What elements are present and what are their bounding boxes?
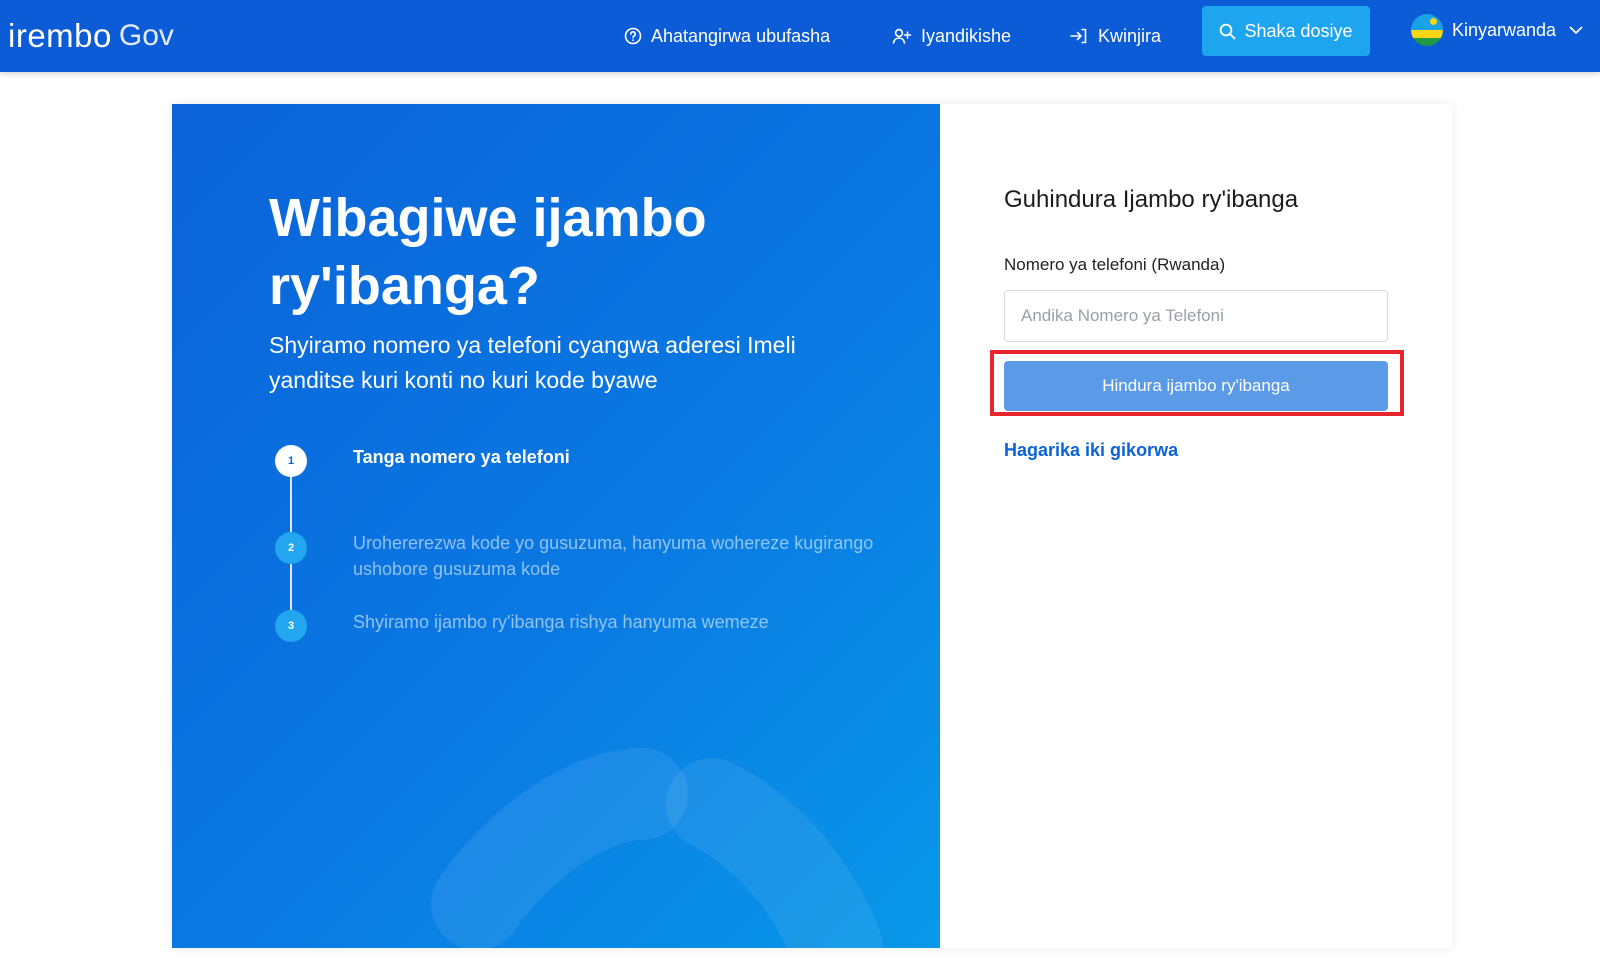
search-icon	[1220, 23, 1236, 39]
nav-login-link[interactable]: Kwinjira	[1069, 0, 1161, 72]
form-title: Guhindura Ijambo ry'ibanga	[1004, 186, 1299, 213]
language-label: Kinyarwanda	[1452, 19, 1557, 40]
step-3-text: Shyiramo ijambo ry'ibanga rishya hanyuma…	[353, 612, 769, 632]
search-file-label: Shaka dosiye	[1244, 20, 1353, 41]
chevron-down-icon	[1569, 26, 1583, 34]
cancel-link[interactable]: Hagarika iki gikorwa	[1004, 440, 1178, 461]
rwanda-flag-icon	[1411, 14, 1443, 46]
irembo-gov-logo[interactable]: irembo Gov	[8, 12, 174, 60]
top-navigation-bar: irembo Gov Ahatangirwa ubufasha Iyandiki…	[0, 0, 1600, 72]
search-file-button[interactable]: Shaka dosiye	[1202, 6, 1370, 56]
step-1-text: Tanga nomero ya telefoni	[353, 447, 570, 467]
page-subtitle: Shyiramo nomero ya telefoni cyangwa ader…	[269, 332, 796, 393]
logo-gov-label: Gov	[118, 19, 174, 52]
button-highlight-box	[990, 350, 1404, 416]
nav-login-label: Kwinjira	[1098, 25, 1162, 46]
sign-in-icon	[1070, 28, 1087, 44]
info-panel: Wibagiwe ijambo ry'ibanga? Shyiramo nome…	[172, 104, 940, 948]
step-1-indicator: 1	[275, 445, 307, 477]
phone-number-input[interactable]	[1004, 290, 1388, 342]
step-2-text: Urohererezwa kode yo gusuzuma, hanyuma w…	[353, 533, 874, 579]
step-2-indicator: 2	[275, 532, 307, 564]
nav-register-label: Iyandikishe	[921, 25, 1012, 46]
step-connector	[290, 477, 292, 532]
user-plus-icon	[892, 28, 912, 44]
step-connector	[290, 564, 292, 610]
nav-help-link[interactable]: Ahatangirwa ubufasha	[624, 0, 830, 72]
step-3-indicator: 3	[275, 610, 307, 642]
nav-register-link[interactable]: Iyandikishe	[892, 0, 1011, 72]
page-title: Wibagiwe ijambo ry'ibanga?	[269, 188, 707, 316]
help-circle-icon	[624, 27, 642, 45]
nav-help-label: Ahatangirwa ubufasha	[651, 25, 831, 46]
logo-wordmark: irembo	[8, 17, 112, 54]
phone-field-label: Nomero ya telefoni (Rwanda)	[1004, 255, 1226, 274]
language-selector[interactable]: Kinyarwanda	[1411, 0, 1583, 60]
forgot-password-card: Wibagiwe ijambo ry'ibanga? Shyiramo nome…	[172, 104, 1452, 948]
